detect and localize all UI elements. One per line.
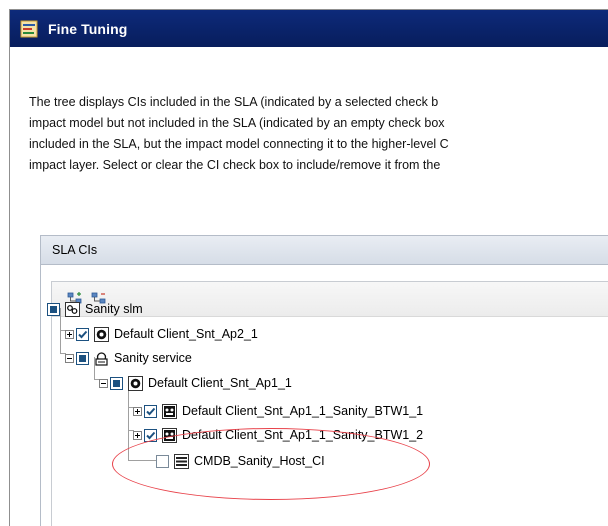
ci-checkbox[interactable] xyxy=(144,404,157,418)
node-label: Default Client_Snt_Ap1_1_Sanity_BTW1_1 xyxy=(182,404,424,418)
node-label: Default Client_Snt_Ap1_1 xyxy=(148,376,292,390)
description-line: The tree displays CIs included in the SL… xyxy=(29,95,439,109)
ci-checkbox[interactable] xyxy=(110,376,123,390)
fine-tuning-window: Fine Tuning The tree displays CIs includ… xyxy=(9,9,608,526)
tree-node-sanity-service[interactable]: Sanity service xyxy=(65,347,192,369)
app-icon xyxy=(20,20,38,38)
expand-icon[interactable] xyxy=(65,329,74,339)
business-process-icon xyxy=(64,301,80,317)
collapse-icon[interactable] xyxy=(99,378,108,388)
monitor-icon xyxy=(127,375,143,391)
node-label: Default Client_Snt_Ap2_1 xyxy=(114,327,258,341)
tree-node-btw1-1[interactable]: Default Client_Snt_Ap1_1_Sanity_BTW1_1 xyxy=(133,400,423,422)
transaction-icon xyxy=(161,403,177,419)
service-icon xyxy=(93,350,109,366)
expand-icon[interactable] xyxy=(133,430,142,440)
description-line: impact layer. Select or clear the CI che… xyxy=(29,158,441,172)
tree-node-sanity-slm[interactable]: Sanity slm xyxy=(47,298,143,320)
monitor-icon xyxy=(93,326,109,342)
expand-icon[interactable] xyxy=(133,406,142,416)
window-title: Fine Tuning xyxy=(48,20,128,37)
node-label: Sanity service xyxy=(114,351,192,365)
ci-checkbox[interactable] xyxy=(76,351,89,365)
collapse-icon[interactable] xyxy=(65,353,74,363)
panel-header: SLA CIs xyxy=(41,236,608,265)
highlight-ellipse xyxy=(112,428,430,500)
title-bar: Fine Tuning xyxy=(10,10,608,47)
ci-checkbox[interactable] xyxy=(47,302,60,316)
ci-checkbox[interactable] xyxy=(76,327,89,341)
node-label: Sanity slm xyxy=(85,302,143,316)
tree-node-client-ap2[interactable]: Default Client_Snt_Ap2_1 xyxy=(65,323,258,345)
description-line: impact model but not included in the SLA… xyxy=(29,116,445,130)
description: The tree displays CIs included in the SL… xyxy=(29,92,608,176)
description-line: included in the SLA, but the impact mode… xyxy=(29,137,449,151)
panel-title: SLA CIs xyxy=(52,243,98,257)
tree-node-client-ap1[interactable]: Default Client_Snt_Ap1_1 xyxy=(99,372,292,394)
